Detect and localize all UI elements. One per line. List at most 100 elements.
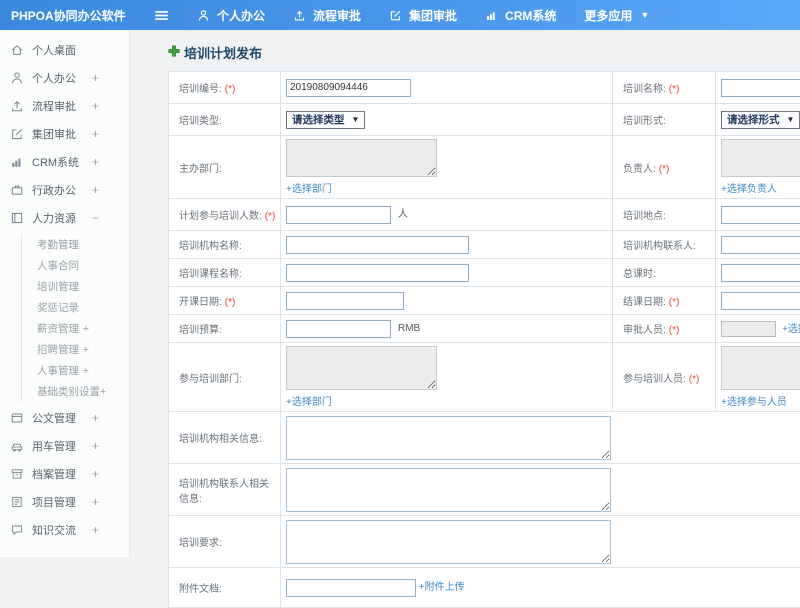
sidebar-item-projects[interactable]: 项目管理 + <box>0 488 129 516</box>
sidebar-subitem-rewards[interactable]: 奖惩记录 <box>22 297 129 318</box>
archive-icon <box>10 467 24 481</box>
field-label: 主办部门: <box>179 164 222 175</box>
topnav-more-apps[interactable]: 更多应用 ▼ <box>584 7 649 24</box>
top-navigation: 个人办公 流程审批 集团审批 CRM系统 更多应用 ▼ <box>197 7 649 24</box>
training-plan-form: 培训编号:(*) 培训名称:(*) 培训类型: 请选择类型▼ 培训形式: 请选择… <box>168 71 800 608</box>
sidebar-item-personal-desktop[interactable]: 个人桌面 <box>0 36 129 64</box>
expand-plus[interactable]: + <box>92 127 99 141</box>
field-label: 培训形式: <box>623 116 666 127</box>
form-row: 开课日期:(*) 结课日期:(*) <box>169 287 800 315</box>
location-input[interactable] <box>721 206 800 224</box>
select-join-dept-link[interactable]: +选择部门 <box>286 393 332 408</box>
select-leader-link[interactable]: +选择负责人 <box>721 180 777 195</box>
planned-count-input[interactable] <box>286 206 391 224</box>
field-label: 培训要求: <box>179 538 222 549</box>
select-approver-link[interactable]: +选择审批人员 <box>782 324 800 335</box>
sidebar-item-crm-system[interactable]: CRM系统 + <box>0 148 129 176</box>
sidebar-subitem-recruitment[interactable]: 招聘管理 + <box>22 339 129 360</box>
course-name-input[interactable] <box>286 264 469 282</box>
sidebar-item-admin-office[interactable]: 行政办公 + <box>0 176 129 204</box>
training-mode-select[interactable]: 请选择形式▼ <box>721 111 800 129</box>
expand-plus[interactable]: + <box>92 155 99 169</box>
expand-plus[interactable]: + <box>83 365 89 377</box>
field-label: 计划参与培训人数: <box>179 211 262 222</box>
topnav-personal-office[interactable]: 个人办公 <box>197 7 265 24</box>
sidebar-item-vehicle[interactable]: 用车管理 + <box>0 432 129 460</box>
end-date-input[interactable] <box>721 292 800 310</box>
field-label: 参与培训部门: <box>179 374 242 385</box>
required-mark: (*) <box>669 297 680 308</box>
sidebar-subitem-salary[interactable]: 薪资管理 + <box>22 318 129 339</box>
expand-plus[interactable]: + <box>92 99 99 113</box>
field-label: 参与培训人员: <box>623 374 686 385</box>
hr-submenu: 考勤管理 人事合同 培训管理 奖惩记录 薪资管理 + 招聘管理 + 人事管理 +… <box>21 234 129 402</box>
expand-plus[interactable]: + <box>92 439 99 453</box>
sidebar-subitem-training[interactable]: 培训管理 <box>22 276 129 297</box>
add-plus-icon <box>168 44 180 62</box>
app-logo: PHPOA协同办公软件 <box>0 7 130 24</box>
topnav-group-approval[interactable]: 集团审批 <box>389 7 457 24</box>
sidebar-item-workflow-approval[interactable]: 流程审批 + <box>0 92 129 120</box>
attachment-input[interactable] <box>286 579 416 597</box>
budget-input[interactable] <box>286 320 391 338</box>
field-label: 开课日期: <box>179 297 222 308</box>
leader-box[interactable] <box>721 139 800 177</box>
training-number-input[interactable] <box>286 79 411 97</box>
expand-plus[interactable]: + <box>92 495 99 509</box>
expand-plus[interactable]: + <box>92 183 99 197</box>
field-label: 培训预算: <box>179 325 222 336</box>
page-title: 培训计划发布 <box>184 43 262 62</box>
expand-plus[interactable]: + <box>92 523 99 537</box>
org-contact-info-textarea[interactable] <box>286 468 611 512</box>
hamburger-menu-icon[interactable] <box>154 8 169 23</box>
expand-plus[interactable]: + <box>83 323 89 335</box>
required-mark: (*) <box>265 211 276 222</box>
expand-plus[interactable]: + <box>83 344 89 356</box>
start-date-input[interactable] <box>286 292 404 310</box>
training-type-select[interactable]: 请选择类型▼ <box>286 111 365 129</box>
field-label: 审批人员: <box>623 325 666 336</box>
expand-plus[interactable]: + <box>92 71 99 85</box>
page-header: 培训计划发布 <box>168 43 800 62</box>
form-row: 主办部门: +选择部门 负责人:(*) +选择负责人 <box>169 136 800 199</box>
approver-box[interactable] <box>721 321 776 337</box>
select-dept-link[interactable]: +选择部门 <box>286 180 332 195</box>
sidebar-item-knowledge[interactable]: 知识交流 + <box>0 516 129 544</box>
top-bar: PHPOA协同办公软件 个人办公 流程审批 集团审批 CRM系统 更多应用 ▼ <box>0 0 800 30</box>
form-row: 培训机构相关信息: <box>169 412 800 464</box>
main-content: 培训计划发布 培训编号:(*) 培训名称:(*) 培训类型: 请选择类型▼ 培训… <box>130 30 800 557</box>
total-hours-input[interactable] <box>721 264 800 282</box>
caret-down-icon: ▼ <box>640 10 649 20</box>
expand-plus[interactable]: + <box>92 467 99 481</box>
user-icon <box>197 9 210 22</box>
expand-plus[interactable]: + <box>92 411 99 425</box>
sidebar-item-group-approval[interactable]: 集团审批 + <box>0 120 129 148</box>
field-label: 附件文档: <box>179 584 222 595</box>
home-icon <box>10 43 24 57</box>
form-row: 培训类型: 请选择类型▼ 培训形式: 请选择形式▼ <box>169 104 800 136</box>
host-dept-box[interactable] <box>286 139 437 177</box>
join-people-box[interactable] <box>721 346 800 390</box>
topnav-workflow-approval[interactable]: 流程审批 <box>293 7 361 24</box>
join-depts-box[interactable] <box>286 346 437 390</box>
expand-minus[interactable]: − <box>92 211 99 225</box>
org-info-textarea[interactable] <box>286 416 611 460</box>
sidebar-item-human-resources[interactable]: 人力资源 − <box>0 204 129 232</box>
sidebar-item-official-docs[interactable]: 公文管理 + <box>0 404 129 432</box>
sidebar-item-archives[interactable]: 档案管理 + <box>0 460 129 488</box>
topnav-crm-system[interactable]: CRM系统 <box>485 7 556 24</box>
caret-down-icon: ▼ <box>352 115 360 124</box>
sidebar-subitem-personnel[interactable]: 人事管理 + <box>22 360 129 381</box>
org-contact-input[interactable] <box>721 236 800 254</box>
sidebar-subitem-attendance[interactable]: 考勤管理 <box>22 234 129 255</box>
attachment-upload-link[interactable]: +附件上传 <box>419 582 465 593</box>
org-name-input[interactable] <box>286 236 469 254</box>
training-name-input[interactable] <box>721 79 800 97</box>
expand-plus[interactable]: + <box>100 386 106 398</box>
sidebar-subitem-base-category[interactable]: 基础类别设置 + <box>22 381 129 402</box>
sidebar-subitem-hr-contract[interactable]: 人事合同 <box>22 255 129 276</box>
sidebar-item-personal-office[interactable]: 个人办公 + <box>0 64 129 92</box>
required-mark: (*) <box>225 297 236 308</box>
unit-suffix: 人 <box>398 209 408 220</box>
select-join-people-link[interactable]: +选择参与人员 <box>721 393 787 408</box>
